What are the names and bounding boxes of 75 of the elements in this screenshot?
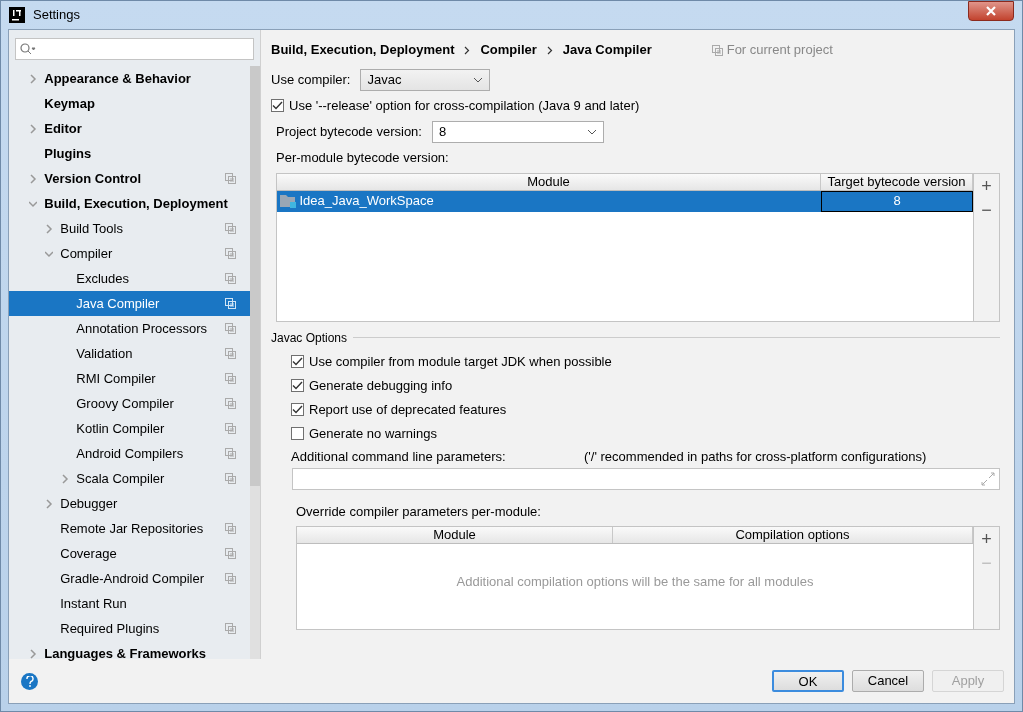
search-field[interactable]: [15, 38, 254, 60]
scrollbar-thumb[interactable]: [250, 66, 260, 486]
checkbox[interactable]: [291, 403, 304, 416]
close-button[interactable]: [968, 1, 1014, 21]
parameters-field[interactable]: [292, 467, 1000, 490]
tree-item[interactable]: Appearance & Behavior: [9, 66, 250, 91]
tree-item[interactable]: Build, Execution, Deployment: [9, 191, 250, 216]
section-label: Per-module bytecode version:: [275, 149, 450, 167]
tree-item[interactable]: Groovy Compiler: [9, 391, 250, 416]
tree-item[interactable]: Java Compiler: [9, 291, 250, 316]
tree-item[interactable]: RMI Compiler: [9, 366, 250, 391]
breadcrumb-item[interactable]: Compiler: [480, 40, 537, 60]
expand-icon[interactable]: [981, 471, 995, 486]
add-icon[interactable]: +: [981, 175, 992, 196]
tree-item[interactable]: Validation: [9, 341, 250, 366]
checkbox[interactable]: [271, 99, 284, 113]
tree-item[interactable]: Kotlin Compiler: [9, 416, 250, 441]
breadcrumb-item[interactable]: Java Compiler: [562, 40, 652, 60]
tree-item[interactable]: Required Plugins: [9, 616, 250, 641]
tree-item[interactable]: Compiler: [9, 241, 250, 266]
empty-text: Additional compilation options will be the same for all modules: [456, 572, 814, 591]
bytecode-dropdown[interactable]: 8: [431, 121, 604, 143]
app-icon: [9, 7, 25, 23]
column-header: Module: [297, 527, 613, 543]
table-cell[interactable]: 8: [821, 190, 973, 212]
group-title: Javac Options: [271, 329, 348, 347]
tree-item[interactable]: Editor: [9, 116, 250, 141]
caret-icon: [473, 76, 484, 83]
tree-item[interactable]: Coverage: [9, 541, 250, 566]
remove-icon: −: [981, 553, 992, 573]
help-icon[interactable]: [21, 672, 38, 690]
tree-item[interactable]: Excludes: [9, 266, 250, 291]
checkbox[interactable]: [291, 355, 304, 368]
field-label: Additional command line parameters:: [291, 447, 507, 466]
checkbox-label[interactable]: Generate debugging info: [309, 375, 453, 396]
window-title: Settings: [33, 6, 80, 25]
checkbox-label[interactable]: Use compiler from module target JDK when possible: [309, 351, 612, 372]
caret-icon: [586, 129, 597, 135]
checkbox-label[interactable]: Use '--release' option for cross-compilation (Java 9 and later): [289, 96, 640, 116]
tree-item[interactable]: Build Tools: [9, 216, 250, 241]
search-icon: [20, 43, 36, 55]
tree-item[interactable]: Remote Jar Repositories: [9, 516, 250, 541]
field-label: Use compiler:: [271, 70, 351, 89]
tree-item[interactable]: Gradle-Android Compiler: [9, 566, 250, 591]
dialog-button[interactable]: Cancel: [852, 670, 924, 692]
add-icon[interactable]: +: [981, 529, 992, 549]
tree-item[interactable]: Debugger: [9, 491, 250, 516]
hint-text: ('/' recommended in paths for cross-platform configurations): [584, 447, 927, 466]
table-cell-text: Idea_Java_WorkSpace: [299, 192, 434, 211]
breadcrumb-item[interactable]: Build, Execution, Deployment: [271, 40, 455, 60]
section-label: Override compiler parameters per-module:: [295, 502, 542, 521]
tree-item[interactable]: Version Control: [9, 166, 250, 191]
tree-item[interactable]: Plugins: [9, 141, 250, 166]
tree-item[interactable]: Keymap: [9, 91, 250, 116]
dialog-button[interactable]: OK: [772, 670, 844, 692]
chevron-icon: [464, 45, 471, 55]
remove-icon[interactable]: −: [981, 199, 992, 220]
tree-item[interactable]: Annotation Processors: [9, 316, 250, 341]
project-scope-icon: [711, 44, 723, 56]
compiler-dropdown[interactable]: Javac: [360, 68, 491, 91]
column-header: Module: [277, 173, 821, 190]
scope-note: For current project: [726, 41, 833, 60]
checkbox-label[interactable]: Generate no warnings: [309, 423, 437, 444]
checkbox-label[interactable]: Report use of deprecated features: [309, 399, 507, 420]
table-row[interactable]: Idea_Java_WorkSpace 8: [277, 190, 973, 212]
checkbox[interactable]: [291, 379, 304, 392]
tree-item[interactable]: Android Compilers: [9, 441, 250, 466]
close-icon: [986, 6, 996, 16]
tree-item[interactable]: Instant Run: [9, 591, 250, 616]
tree-item[interactable]: Scala Compiler: [9, 466, 250, 491]
checkbox[interactable]: [291, 427, 304, 440]
module-folder-icon: [280, 194, 297, 208]
chevron-icon: [546, 45, 553, 55]
tree-item[interactable]: Languages & Frameworks: [9, 641, 250, 666]
field-label: Project bytecode version:: [276, 123, 422, 142]
